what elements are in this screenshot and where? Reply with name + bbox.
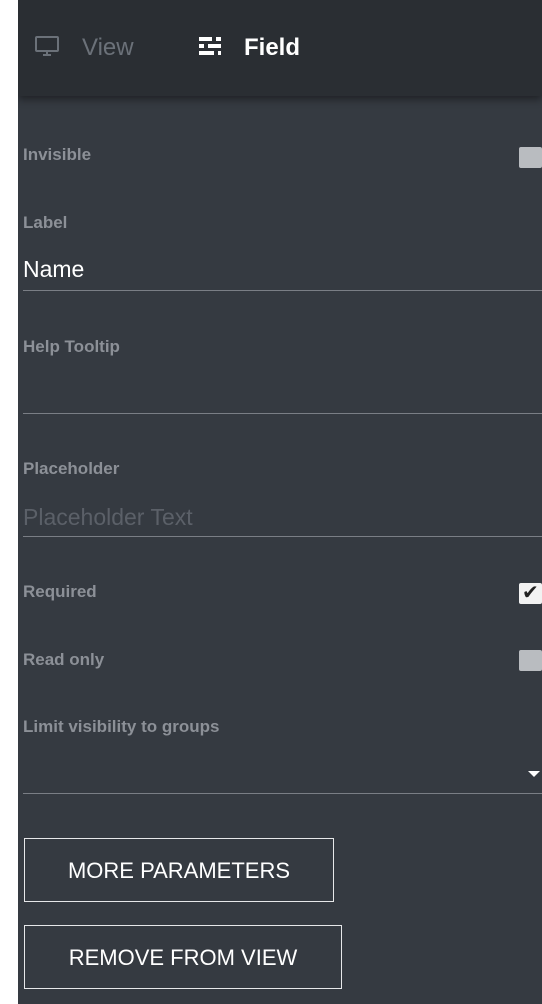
more-parameters-button[interactable]: MORE PARAMETERS (24, 838, 334, 902)
field-settings-icon (198, 35, 222, 62)
limit-visibility-underline (23, 793, 542, 794)
monitor-icon (34, 34, 60, 63)
placeholder-underline (23, 536, 542, 537)
label-field-input[interactable]: Name (23, 256, 84, 283)
tab-field-label: Field (244, 34, 301, 61)
limit-visibility-label: Limit visibility to groups (23, 717, 220, 736)
field-properties-panel: View Field Invisible Label Name Help Too… (18, 0, 542, 1004)
label-field-label: Label (23, 213, 68, 232)
read-only-checkbox[interactable] (519, 650, 542, 671)
help-tooltip-underline (23, 413, 542, 414)
chevron-down-icon[interactable] (528, 771, 540, 777)
invisible-checkbox[interactable] (519, 147, 542, 168)
tab-view[interactable]: View (34, 28, 134, 68)
panel-header: View Field (18, 0, 542, 96)
label-field-underline (23, 290, 542, 291)
required-label: Required (23, 582, 97, 601)
required-checkbox[interactable]: ✔ (519, 582, 542, 604)
help-tooltip-label: Help Tooltip (23, 337, 120, 356)
placeholder-label: Placeholder (23, 459, 120, 478)
tab-view-label: View (82, 34, 134, 61)
help-tooltip-input[interactable] (23, 372, 542, 408)
placeholder-input[interactable] (23, 499, 542, 535)
remove-from-view-button[interactable]: REMOVE FROM VIEW (24, 925, 342, 989)
checkmark-icon: ✔ (522, 582, 539, 604)
tab-field[interactable]: Field (198, 28, 300, 68)
invisible-label: Invisible (23, 145, 92, 164)
read-only-label: Read only (23, 650, 105, 669)
